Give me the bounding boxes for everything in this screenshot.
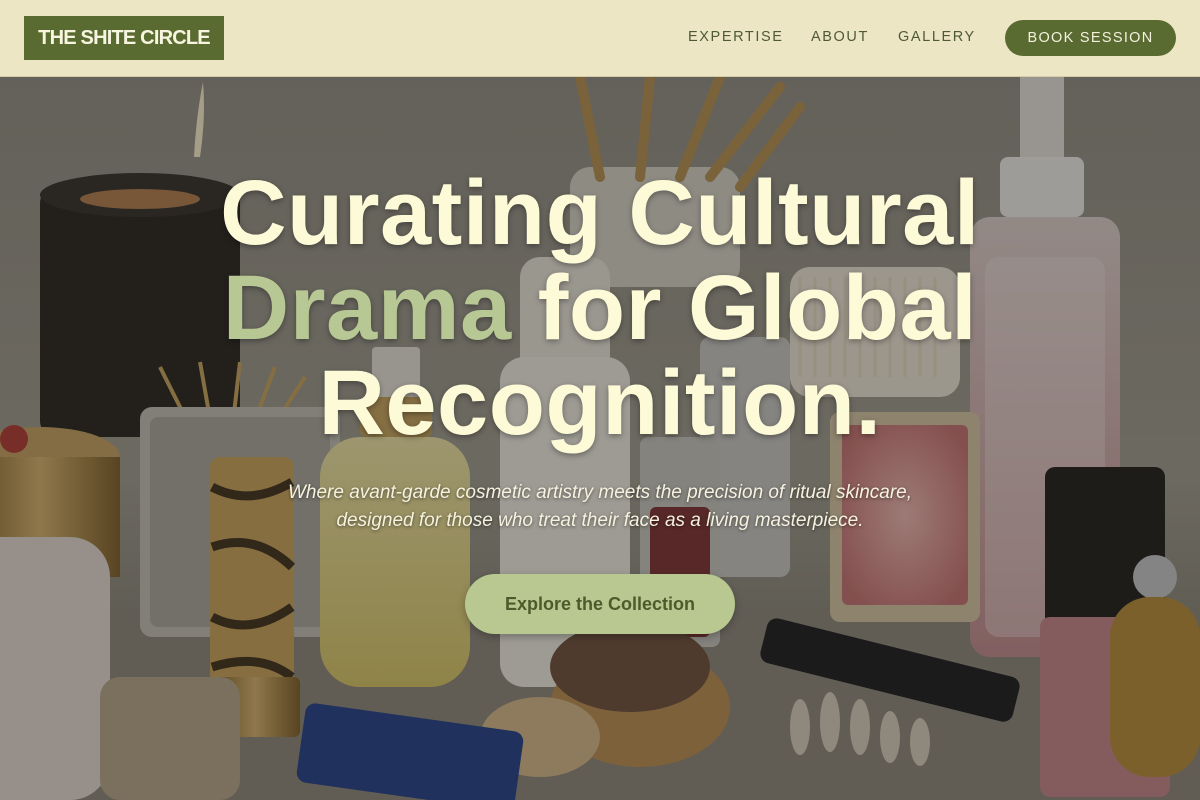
headline-line-2-rest: for Global: [511, 257, 978, 359]
brand-logo[interactable]: THE SHITE CIRCLE: [24, 16, 224, 60]
explore-collection-button[interactable]: Explore the Collection: [465, 574, 735, 634]
hero-headline: Curating Cultural Drama for Global Recog…: [0, 166, 1200, 451]
site-header: THE SHITE CIRCLE EXPERTISE ABOUT GALLERY…: [0, 0, 1200, 77]
headline-line-1: Curating Cultural: [220, 162, 980, 264]
headline-line-3: Recognition.: [318, 352, 882, 454]
book-session-button[interactable]: BOOK SESSION: [1005, 20, 1176, 56]
subtitle-line-2: designed for those who treat their face …: [336, 510, 864, 531]
nav-link-expertise[interactable]: EXPERTISE: [688, 29, 784, 45]
hero-subtitle: Where avant-garde cosmetic artistry meet…: [250, 479, 950, 535]
nav-link-gallery[interactable]: GALLERY: [898, 29, 976, 45]
subtitle-line-1: Where avant-garde cosmetic artistry meet…: [287, 482, 913, 503]
nav-link-about[interactable]: ABOUT: [811, 29, 869, 45]
headline-accent-word: Drama: [222, 257, 512, 359]
